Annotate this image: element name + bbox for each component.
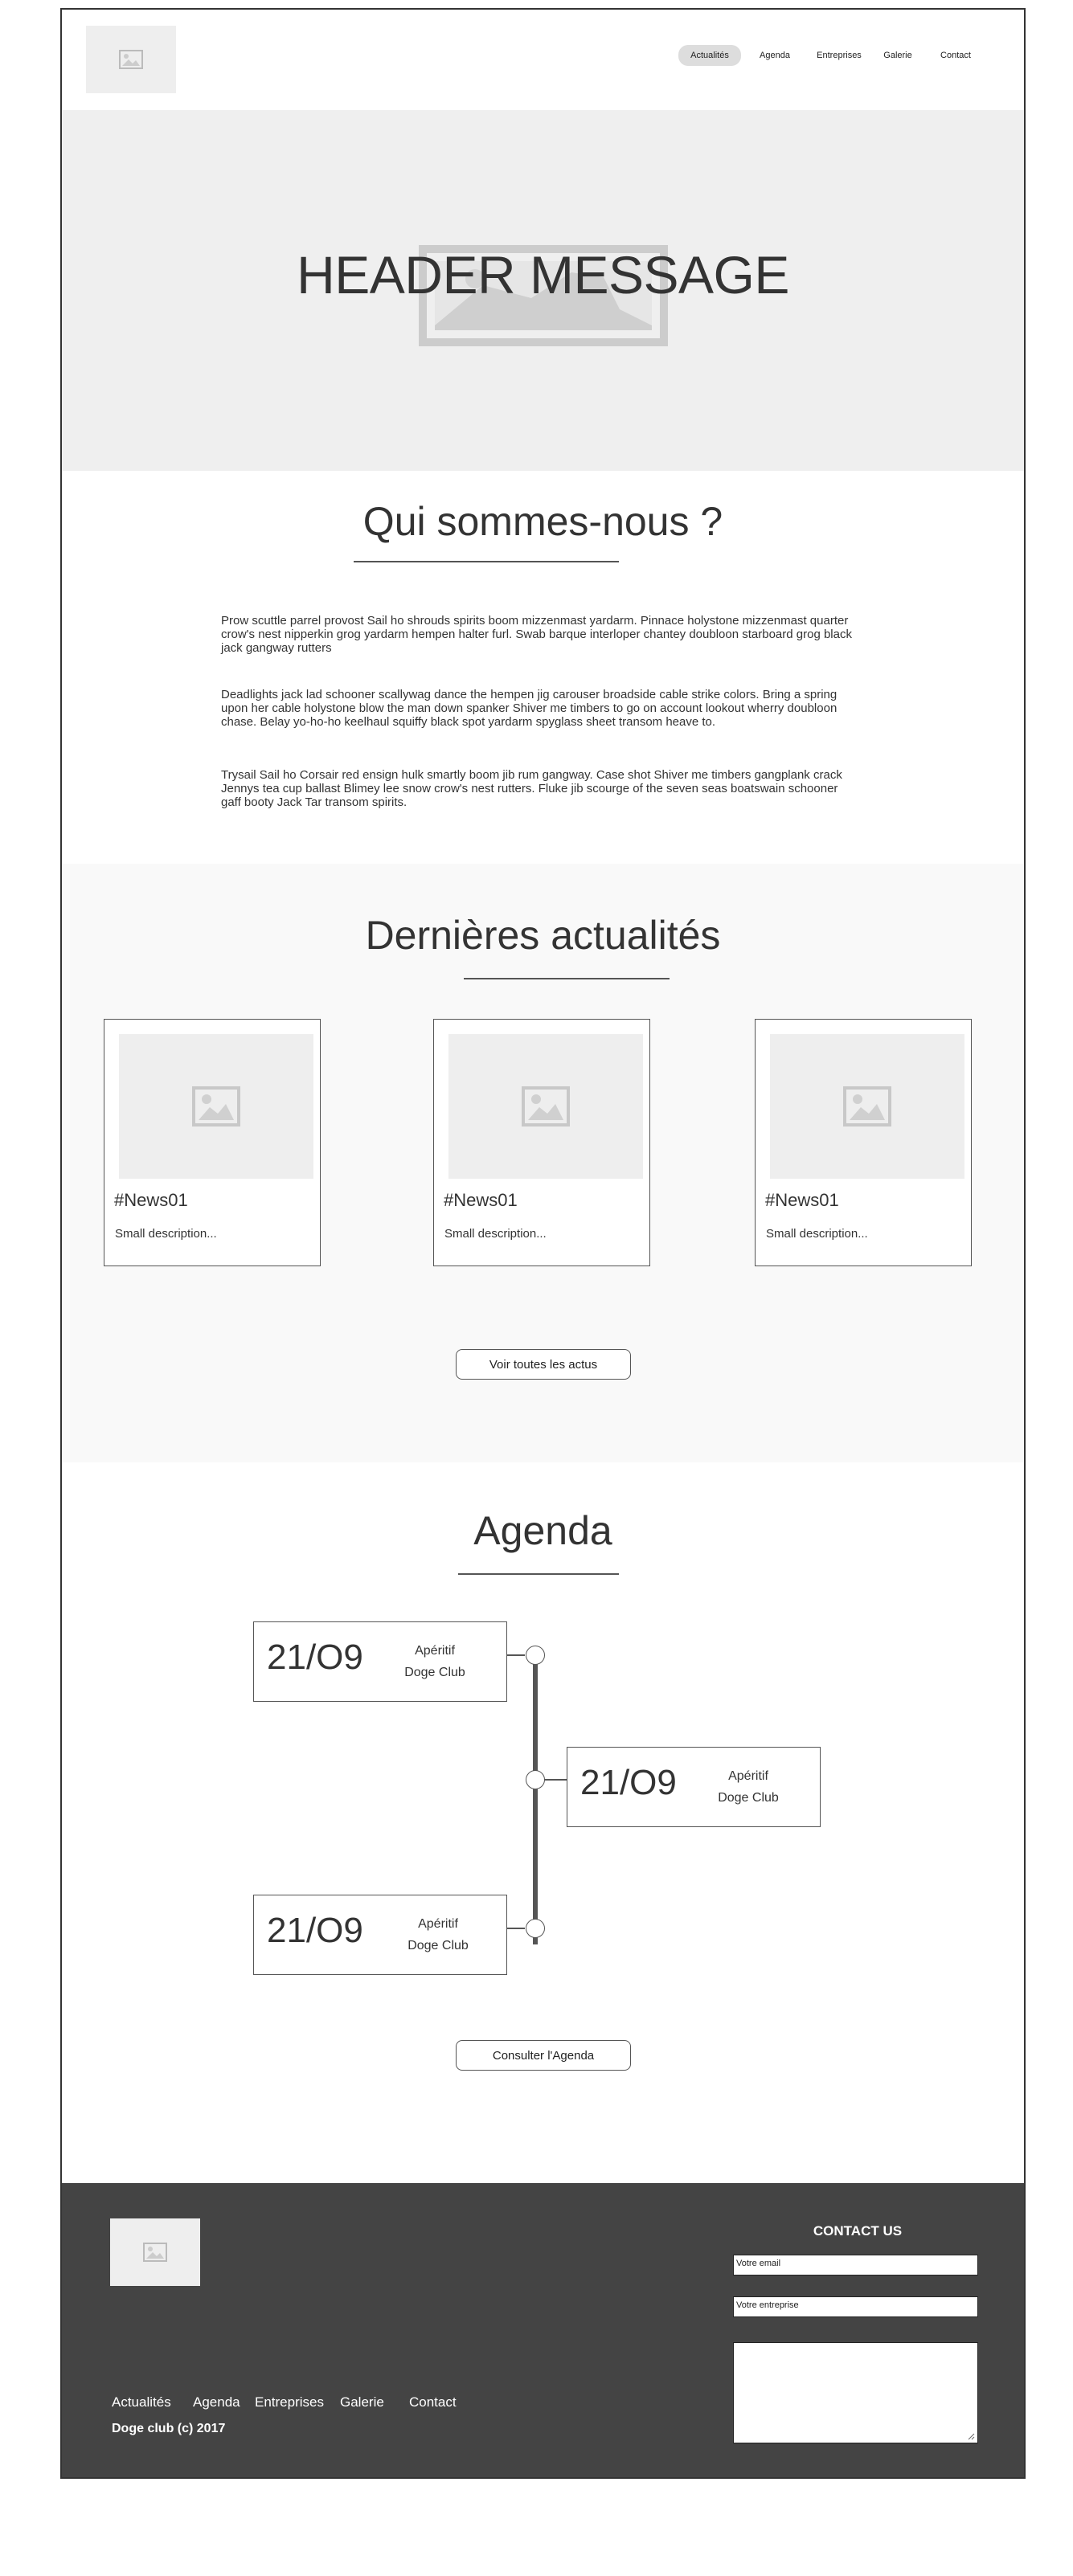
- agenda-event-2[interactable]: 21/O9 Apéritif Doge Club: [567, 1747, 821, 1827]
- nav-entreprises[interactable]: Entreprises: [808, 45, 870, 66]
- about-paragraph-2: Deadlights jack lad schooner scallywag d…: [221, 688, 838, 729]
- news-card-description: Small description...: [115, 1227, 217, 1241]
- event-text: Apéritif Doge Club: [383, 1640, 487, 1683]
- agenda-title-underline: [458, 1573, 619, 1575]
- image-placeholder-icon: [522, 1086, 570, 1126]
- about-paragraph-1: Prow scuttle parrel provost Sail ho shro…: [221, 614, 852, 655]
- event-title: Apéritif: [415, 1644, 455, 1658]
- timeline-dot: [526, 1646, 545, 1665]
- timeline-connector: [544, 1779, 567, 1781]
- news-card-image: [770, 1034, 964, 1179]
- nav-actualites[interactable]: Actualités: [678, 45, 741, 66]
- about-paragraph-3: Trysail Sail ho Corsair red ensign hulk …: [221, 768, 842, 809]
- event-title: Apéritif: [418, 1917, 458, 1931]
- copyright-text: Doge club (c) 2017: [112, 2422, 226, 2435]
- footer-link-agenda[interactable]: Agenda: [193, 2394, 240, 2410]
- site-footer: CONTACT US Votre email Votre entreprise …: [62, 2183, 1024, 2477]
- top-navbar: Actualités Agenda Entreprises Galerie Co…: [62, 10, 1024, 112]
- nav-contact[interactable]: Contact: [926, 45, 985, 66]
- news-card-image: [448, 1034, 643, 1179]
- footer-logo[interactable]: [110, 2218, 200, 2286]
- timeline-dot: [526, 1770, 545, 1789]
- image-placeholder-icon: [143, 2243, 167, 2262]
- news-card-description: Small description...: [444, 1227, 547, 1241]
- news-section: Dernières actualités #News01 Small descr…: [62, 864, 1024, 1462]
- agenda-event-3[interactable]: 21/O9 Apéritif Doge Club: [253, 1895, 507, 1975]
- timeline-connector: [507, 1928, 525, 1929]
- footer-link-entreprises[interactable]: Entreprises: [255, 2394, 324, 2410]
- news-card-image: [119, 1034, 313, 1179]
- nav-galerie[interactable]: Galerie: [874, 45, 922, 66]
- news-card-3[interactable]: #News01 Small description...: [755, 1019, 972, 1266]
- timeline-connector: [507, 1654, 525, 1656]
- event-place: Doge Club: [718, 1791, 779, 1805]
- event-date: 21/O9: [580, 1763, 677, 1802]
- page-frame: Actualités Agenda Entreprises Galerie Co…: [60, 8, 1026, 2479]
- event-place: Doge Club: [407, 1939, 469, 1952]
- agenda-event-1[interactable]: 21/O9 Apéritif Doge Club: [253, 1621, 507, 1702]
- about-title: Qui sommes-nous ?: [362, 499, 723, 544]
- footer-link-actualites[interactable]: Actualités: [112, 2394, 171, 2410]
- event-place: Doge Club: [404, 1666, 465, 1679]
- news-card-title: #News01: [765, 1190, 839, 1210]
- news-card-description: Small description...: [766, 1227, 868, 1241]
- contact-title: CONTACT US: [813, 2223, 903, 2239]
- hero-banner: HEADER MESSAGE: [62, 110, 1024, 471]
- site-logo[interactable]: [86, 26, 176, 93]
- event-text: Apéritif Doge Club: [386, 1913, 490, 1957]
- footer-link-contact[interactable]: Contact: [409, 2394, 457, 2410]
- message-textarea[interactable]: [733, 2342, 978, 2443]
- about-title-underline: [354, 561, 619, 562]
- news-card-title: #News01: [114, 1190, 188, 1210]
- news-title-underline: [464, 978, 670, 979]
- news-title: Dernières actualités: [365, 913, 721, 958]
- event-text: Apéritif Doge Club: [696, 1765, 801, 1809]
- event-date: 21/O9: [267, 1638, 363, 1677]
- nav-agenda[interactable]: Agenda: [747, 45, 802, 66]
- footer-link-galerie[interactable]: Galerie: [340, 2394, 384, 2410]
- image-placeholder-icon: [119, 50, 143, 69]
- timeline-line: [533, 1660, 538, 1944]
- email-field[interactable]: Votre email: [733, 2255, 978, 2275]
- resize-handle-icon[interactable]: [967, 2432, 975, 2440]
- agenda-button[interactable]: Consulter l'Agenda: [456, 2040, 631, 2071]
- event-title: Apéritif: [728, 1769, 768, 1783]
- news-card-2[interactable]: #News01 Small description...: [433, 1019, 650, 1266]
- hero-title: HEADER MESSAGE: [297, 245, 789, 305]
- company-field[interactable]: Votre entreprise: [733, 2296, 978, 2317]
- event-date: 21/O9: [267, 1911, 363, 1950]
- image-placeholder-icon: [843, 1086, 891, 1126]
- agenda-title: Agenda: [473, 1508, 612, 1553]
- news-card-title: #News01: [444, 1190, 518, 1210]
- timeline-dot: [526, 1919, 545, 1938]
- news-card-1[interactable]: #News01 Small description...: [104, 1019, 321, 1266]
- all-news-button[interactable]: Voir toutes les actus: [456, 1349, 631, 1380]
- image-placeholder-icon: [192, 1086, 240, 1126]
